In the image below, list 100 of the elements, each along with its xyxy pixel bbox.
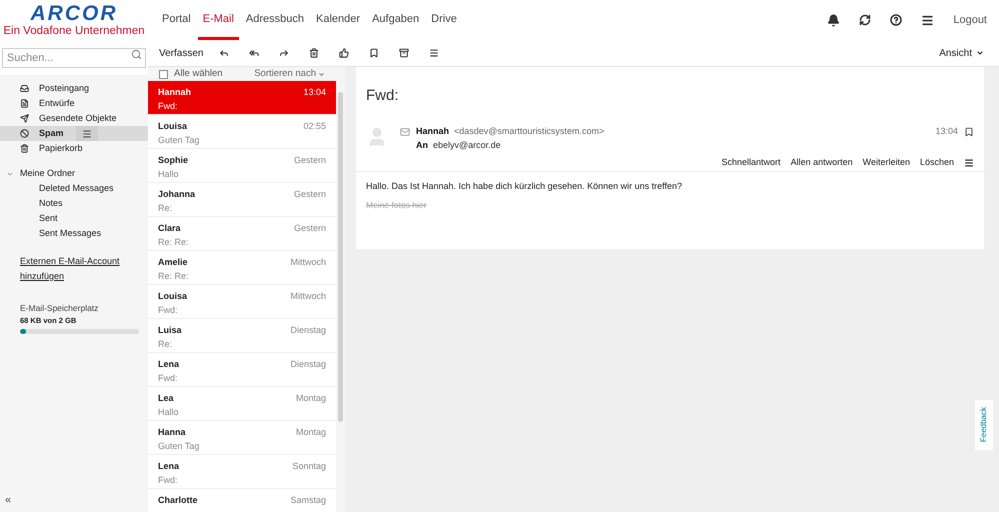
logout-link[interactable]: Logout [953,12,987,28]
message-row[interactable]: Louisa 02:55 Guten Tag [148,115,336,150]
message-subject: Fwd: [158,372,179,385]
nav-tab[interactable]: Kalender [311,0,366,40]
sender-name: Amelie [158,256,188,270]
message-row[interactable]: Luisa Dienstag Re: [148,319,336,354]
sender-name: Lea [158,392,174,406]
message-time: Gestern [294,188,326,202]
message-row[interactable]: Lena Sonntag Fwd: [148,455,336,490]
sender-name: Johanna [158,188,196,202]
add-account-link[interactable]: Externen E-Mail-Account hinzufügen [20,254,120,284]
message-row[interactable]: Lea Montag Hallo [148,387,336,422]
bookmark-icon[interactable] [964,126,974,137]
folder-menu-button[interactable] [76,126,98,141]
nav-tab[interactable]: Aufgaben [367,0,424,40]
select-all-label[interactable]: Alle wählen [174,67,223,82]
message-subject: Hallo [158,406,180,419]
ban-icon [20,129,29,138]
folder-item[interactable]: Sent [39,212,58,226]
sender-name: Louisa [158,120,188,134]
bell-icon[interactable] [827,14,840,26]
message-time: Montag [296,426,326,440]
sort-dropdown[interactable]: Sortieren nach [254,67,325,82]
folder-item[interactable]: Spam [0,126,148,141]
sender-name: Clara [158,222,181,236]
reply-icon[interactable] [219,48,230,58]
message-time: Sonntag [292,460,326,474]
send-icon [20,114,29,123]
select-all-checkbox[interactable] [159,70,168,79]
message-time: Dienstag [290,324,326,338]
message-row[interactable]: Amelie Mittwoch Re: Re: [148,251,336,286]
message-time: Gestern [294,154,326,168]
refresh-icon[interactable] [859,14,872,26]
sender-name: Lena [158,460,180,474]
folder-group-label[interactable]: Meine Ordner [20,166,76,180]
nav-tab[interactable]: Drive [426,0,462,40]
message-action[interactable]: Schnellantwort [722,156,781,170]
feedback-tab[interactable]: Feedback [975,400,993,450]
trash-icon[interactable] [309,48,320,58]
menu-icon[interactable] [964,158,974,168]
message-time: Dienstag [290,358,326,372]
caret-icon [976,49,984,57]
menu-icon[interactable] [921,14,934,26]
thumbs-up-icon[interactable] [339,48,350,58]
message-row[interactable]: Lena Dienstag Fwd: [148,353,336,388]
bookmark-icon[interactable] [369,48,380,58]
view-dropdown[interactable]: Ansicht [939,46,984,60]
message-subject: Re: Re: [158,236,190,249]
sender-name: Hannah [158,86,192,100]
message-row[interactable]: Johanna Gestern Re: [148,183,336,218]
message-row[interactable]: Charlotte Samstag [148,489,336,512]
forward-icon[interactable] [279,48,290,58]
folder-item[interactable]: Gesendete Objekte [0,111,148,126]
folder-item[interactable]: Deleted Messages [39,182,114,196]
logo: ARCOR [30,2,118,25]
folder-item[interactable]: Notes [39,196,63,210]
storage-label: E-Mail-Speicherplatz [20,302,100,315]
archive-icon[interactable] [399,48,410,58]
message-subject: Re: [158,202,174,215]
nav-tab[interactable]: Adressbuch [240,0,310,40]
inbox-icon [20,84,29,93]
message-time: 13:04 [935,125,958,138]
recipient-email: ebelyv@arcor.de [433,138,501,152]
folder-item[interactable]: Papierkorb [0,141,148,156]
reply-all-icon[interactable] [249,48,260,58]
message-subject: Fwd: [158,304,179,317]
message-subject: Re: [158,338,174,351]
compose-button[interactable]: Verfassen [159,46,204,60]
message-row[interactable]: Sophie Gestern Hallo [148,149,336,184]
search-field[interactable]: Suchen... [2,48,146,68]
message-subject: Fwd: [158,100,179,113]
message-time: 13:04 [303,86,326,100]
folder-item[interactable]: Entwürfe [0,96,148,111]
folder-item[interactable]: Posteingang [0,81,148,96]
message-time: Montag [296,392,326,406]
help-icon[interactable] [890,14,902,26]
menu-icon[interactable] [429,48,440,58]
message-subject: Re: Re: [158,270,190,283]
message-time: Gestern [294,222,326,236]
sender-name: Hannah [416,125,450,138]
message-action[interactable]: Allen antworten [790,156,853,170]
message-subject-heading: Fwd: [366,87,399,104]
message-action[interactable]: Löschen [920,156,954,170]
message-time: Samstag [290,494,326,508]
message-row[interactable]: Clara Gestern Re: Re: [148,217,336,252]
mail-icon [400,126,410,137]
search-icon [131,49,142,60]
trash-icon [20,144,29,153]
message-action[interactable]: Weiterleiten [862,156,910,170]
file-icon [20,99,29,108]
collapse-button[interactable]: « [0,492,148,512]
message-row[interactable]: Hannah 13:04 Fwd: [148,81,336,116]
recipient-label: An [416,138,428,152]
menu-icon [82,128,92,138]
sender-name: Sophie [158,154,188,168]
message-row[interactable]: Hanna Montag Guten Tag [148,421,336,456]
sender-email: <dasdev@smarttouristicsystem.com> [454,125,604,138]
nav-tab[interactable]: Portal [157,0,196,40]
message-row[interactable]: Louisa Mittwoch Fwd: [148,285,336,320]
folder-item[interactable]: Sent Messages [39,226,102,240]
